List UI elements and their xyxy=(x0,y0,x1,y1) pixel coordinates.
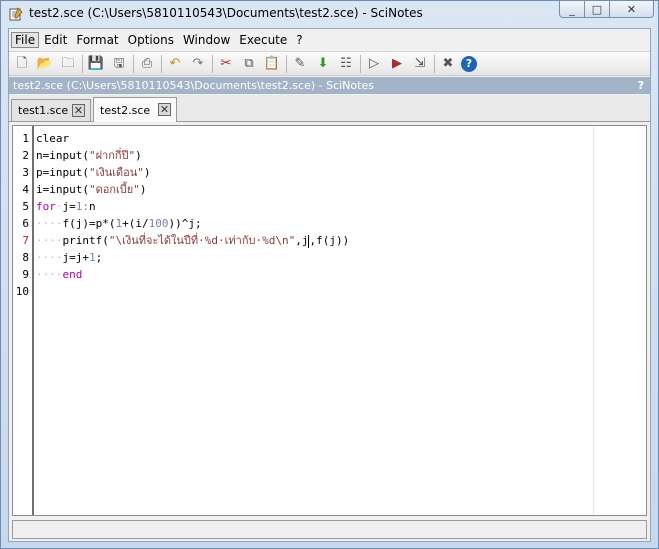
menu-edit[interactable]: Edit xyxy=(40,32,71,48)
code-editor[interactable]: 1 2 3 4 5 6 7 8 9 10 clear n=input("ฝากกี่ปี") p=in… xyxy=(12,125,647,516)
redo-icon[interactable]: ↷ xyxy=(188,54,208,74)
toolbar-separator xyxy=(212,54,213,73)
document-header: test2.sce (C:\Users\5810110543\Documents… xyxy=(9,77,650,94)
code-line[interactable]: p=input("เงินเดือน") xyxy=(36,164,151,181)
load-into-scilab-icon[interactable]: ⬇ xyxy=(313,54,333,74)
tab-label: test2.sce xyxy=(100,103,151,117)
status-bar xyxy=(12,520,647,539)
title-bar: test2.sce (C:\Users\5810110543\Documents… xyxy=(1,1,658,27)
document-path: test2.sce (C:\Users\5810110543\Documents… xyxy=(13,79,374,92)
execute-file-icon[interactable]: ☷ xyxy=(336,54,356,74)
cut-icon[interactable]: ✂ xyxy=(216,54,236,74)
close-window-button[interactable]: ✕ xyxy=(610,1,654,18)
code-line[interactable]: ····printf("\เงินที่จะได้ในปีที่·%d·เท่า… xyxy=(36,232,349,249)
tab-close-icon[interactable]: ✕ xyxy=(72,104,85,117)
minimize-button[interactable]: _ xyxy=(559,1,585,18)
tab-close-icon[interactable]: ✕ xyxy=(158,103,171,116)
menu-format[interactable]: Format xyxy=(72,32,122,48)
line-number: 4 xyxy=(22,183,29,196)
close-icon: ✕ xyxy=(626,2,637,16)
code-line[interactable]: clear xyxy=(36,130,69,147)
tab-label: test1.sce xyxy=(18,104,69,117)
find-replace-icon[interactable]: ✎ xyxy=(290,54,310,74)
right-margin-line xyxy=(593,126,594,515)
print-icon[interactable]: ⎙ xyxy=(137,54,157,74)
toolbar-separator xyxy=(133,54,134,73)
tab-test1[interactable]: test1.sce ✕ xyxy=(11,99,91,121)
line-number: 6 xyxy=(22,217,29,230)
toolbar: 🗋 📂 🗀 💾 🖫 ⎙ ↶ ↷ ✂ ⧉ 📋 ✎ ⬇ ☷ ▷ ▶ ⇲ ✖? xyxy=(9,51,650,76)
new-file-icon[interactable]: 🗋 xyxy=(12,54,32,74)
line-number: 10 xyxy=(15,285,29,298)
tab-test2[interactable]: test2.sce ✕ xyxy=(93,97,177,122)
line-number: 7 xyxy=(22,234,29,247)
menu-window[interactable]: Window xyxy=(179,32,234,48)
code-line[interactable]: for·j=1:n xyxy=(36,198,96,215)
line-number: 5 xyxy=(22,200,29,213)
code-line[interactable]: i=input("ดอกเบี้ย") xyxy=(36,181,146,198)
toolbar-separator xyxy=(360,54,361,73)
line-number-gutter: 1 2 3 4 5 6 7 8 9 10 xyxy=(13,126,34,515)
help-icon[interactable]: ? xyxy=(461,55,477,72)
line-number: 1 xyxy=(22,132,29,145)
document-help-button[interactable]: ? xyxy=(638,77,644,94)
line-number: 2 xyxy=(22,149,29,162)
toolbar-separator xyxy=(82,54,83,73)
maximize-icon: □ xyxy=(591,2,603,16)
tab-bar: test1.sce ✕ test2.sce ✕ xyxy=(9,95,650,122)
run-with-echo-icon[interactable]: ▶ xyxy=(387,54,407,74)
text-cursor xyxy=(308,234,310,248)
window-title: test2.sce (C:\Users\5810110543\Documents… xyxy=(29,6,423,20)
open-recent-icon[interactable]: 🗀 xyxy=(58,54,78,74)
save-as-icon[interactable]: 🖫 xyxy=(109,54,129,74)
settings-icon[interactable]: ✖ xyxy=(438,54,458,74)
line-number: 3 xyxy=(22,166,29,179)
run-icon[interactable]: ▷ xyxy=(364,54,384,74)
code-line[interactable]: ····end xyxy=(36,266,82,283)
code-line[interactable]: ····f(j)=p*(1+(i/100))^j; xyxy=(36,215,202,232)
maximize-button[interactable]: □ xyxy=(585,1,610,18)
scinotes-app-icon xyxy=(9,7,23,21)
line-number: 8 xyxy=(22,251,29,264)
run-until-caret-icon[interactable]: ⇲ xyxy=(410,54,430,74)
menu-file[interactable]: File xyxy=(11,31,40,48)
toolbar-separator xyxy=(286,54,287,73)
undo-icon[interactable]: ↶ xyxy=(165,54,185,74)
code-line[interactable]: ····j=j+1; xyxy=(36,249,102,266)
toolbar-separator xyxy=(161,54,162,73)
open-folder-icon[interactable]: 📂 xyxy=(35,54,55,74)
menu-execute[interactable]: Execute xyxy=(235,32,291,48)
save-icon[interactable]: 💾 xyxy=(86,54,106,74)
code-line[interactable]: n=input("ฝากกี่ปี") xyxy=(36,147,142,164)
toolbar-separator xyxy=(434,54,435,73)
scinotes-window: test2.sce (C:\Users\5810110543\Documents… xyxy=(0,0,659,549)
paste-icon[interactable]: 📋 xyxy=(262,54,282,74)
copy-icon[interactable]: ⧉ xyxy=(239,54,259,74)
menu-options[interactable]: Options xyxy=(124,32,178,48)
line-number: 9 xyxy=(22,268,29,281)
client-area: File Edit Format Options Window Execute … xyxy=(8,28,651,542)
menu-bar: File Edit Format Options Window Execute … xyxy=(9,29,650,50)
menu-help[interactable]: ? xyxy=(292,32,306,48)
minimize-icon: _ xyxy=(569,2,575,16)
